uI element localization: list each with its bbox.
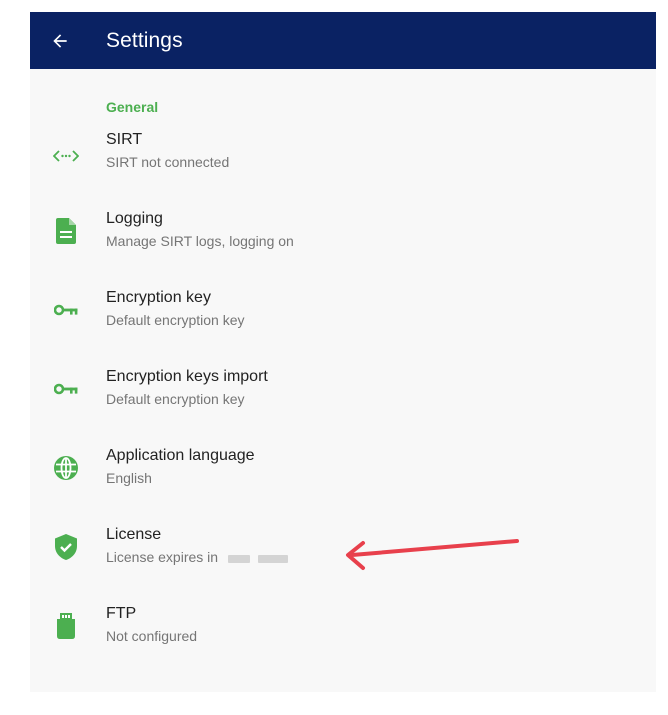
annotation-arrow-icon: [346, 539, 519, 570]
